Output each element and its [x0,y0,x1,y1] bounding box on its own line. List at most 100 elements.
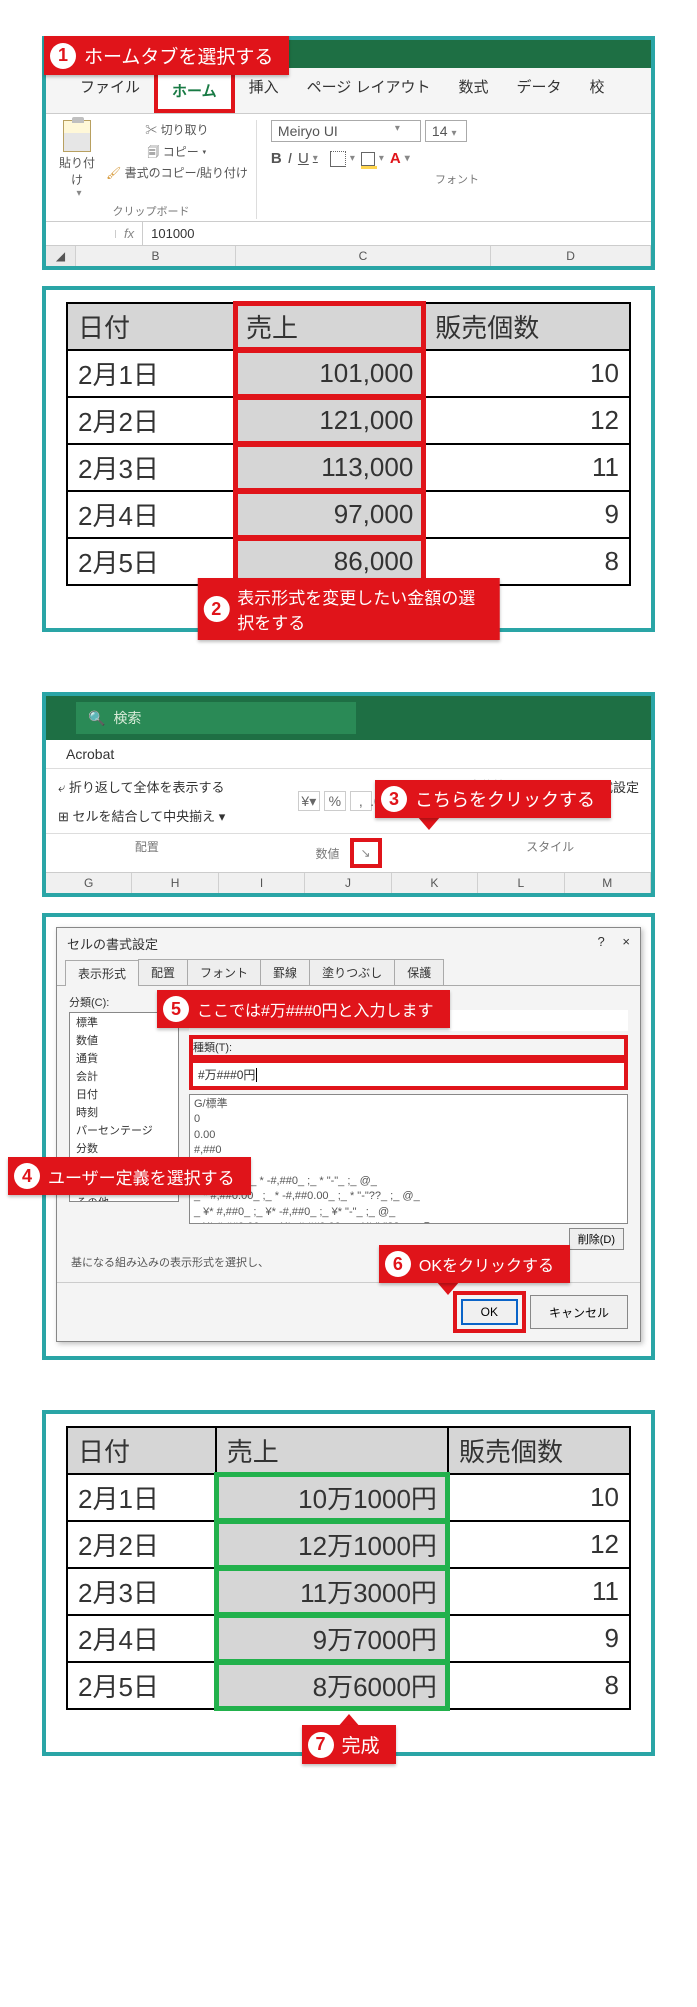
tab-review[interactable]: 校 [576,68,619,113]
cell[interactable]: 10 [424,350,630,397]
th-date[interactable]: 日付 [67,1427,216,1474]
cell[interactable]: 2月3日 [67,1568,216,1615]
cell[interactable]: 9 [424,491,630,538]
fill-color-button[interactable]: ▾ [361,152,384,166]
col-c[interactable]: C [236,246,491,266]
number-dialog-launcher[interactable]: ↘ [350,838,382,868]
cell[interactable]: 9万7000円 [216,1615,448,1662]
col-b[interactable]: B [76,246,236,266]
merge-center-button[interactable]: ⊞ セルを結合して中央揃え ▾ [58,806,225,825]
ok-button[interactable]: OK [461,1299,518,1325]
col-l[interactable]: L [478,873,564,893]
tab-acrobat[interactable]: Acrobat [46,740,651,769]
cat-number[interactable]: 数値 [70,1031,178,1049]
cell[interactable]: 8 [448,1662,630,1709]
cell[interactable]: 11万3000円 [216,1568,448,1615]
chevron-down-icon[interactable]: ▾ [76,188,81,199]
cell[interactable]: 2月1日 [67,350,235,397]
cell[interactable]: 2月5日 [67,1662,216,1709]
cell[interactable]: 10 [448,1474,630,1521]
cat-fraction[interactable]: 分数 [70,1139,178,1157]
cell[interactable]: 8万6000円 [216,1662,448,1709]
cell[interactable]: 11 [448,1568,630,1615]
tab-layout[interactable]: ページ レイアウト [293,68,445,113]
type-input[interactable]: #万###0円 [189,1059,628,1090]
name-box[interactable] [46,230,116,238]
cell[interactable]: 101,000 [235,350,424,397]
dlg-tab-protect[interactable]: 保護 [394,959,444,985]
dlg-tab-align[interactable]: 配置 [138,959,188,985]
select-all-corner[interactable]: ◢ [46,246,76,266]
cell[interactable]: 12万1000円 [216,1521,448,1568]
dlg-tab-fill[interactable]: 塗りつぶし [309,959,395,985]
callout-1: 1 ホームタブを選択する [44,36,289,75]
th-qty[interactable]: 販売個数 [448,1427,630,1474]
cell[interactable]: 121,000 [235,397,424,444]
th-date[interactable]: 日付 [67,303,235,350]
col-k[interactable]: K [392,873,478,893]
format-cells-dialog: セルの書式設定 ? × 表示形式 配置 フォント 罫線 塗りつぶし 保護 5 こ… [56,927,641,1342]
dlg-tab-border[interactable]: 罫線 [260,959,310,985]
cut-button[interactable]: 切り取り [106,120,248,142]
cat-time[interactable]: 時刻 [70,1103,178,1121]
col-m[interactable]: M [565,873,651,893]
formula-input[interactable]: 101000 [143,222,202,245]
chevron-down-icon: ▾ [313,153,318,164]
font-size-select[interactable]: 14▾ [425,120,467,142]
cell[interactable]: 12 [448,1521,630,1568]
search-input[interactable]: 🔍 検索 [76,702,356,734]
callout-6-pointer [436,1281,460,1295]
cell[interactable]: 9 [448,1615,630,1662]
border-button[interactable]: ▾ [330,151,355,167]
th-qty[interactable]: 販売個数 [424,303,630,350]
dlg-tab-font[interactable]: フォント [187,959,261,985]
fx-button[interactable]: fx [116,222,143,245]
cell[interactable]: 2月2日 [67,397,235,444]
cell[interactable]: 97,000 [235,491,424,538]
callout-4: 4 ユーザー定義を選択する [8,1157,251,1195]
delete-button[interactable]: 削除(D) [569,1228,624,1250]
cell[interactable]: 2月3日 [67,444,235,491]
group-align-label: 配置 [46,838,248,868]
cell[interactable]: 2月2日 [67,1521,216,1568]
cell[interactable]: 113,000 [235,444,424,491]
chevron-down-icon: ▾ [452,128,457,139]
cat-percent[interactable]: パーセンテージ [70,1121,178,1139]
th-sales[interactable]: 売上 [235,303,424,350]
type-list[interactable]: G/標準 0 0.00 #,##0 #,##0.00 _ * #,##0_ ;_… [189,1094,628,1224]
help-button[interactable]: ? [598,934,605,949]
col-h[interactable]: H [132,873,218,893]
tab-formula[interactable]: 数式 [444,68,502,113]
group-style-label: スタイル [449,838,651,868]
cell[interactable]: 2月1日 [67,1474,216,1521]
font-color-button[interactable]: A▾ [390,150,410,167]
th-sales[interactable]: 売上 [216,1427,448,1474]
cancel-button[interactable]: キャンセル [530,1295,628,1329]
underline-button[interactable]: U▾ [298,150,318,167]
cell[interactable]: 12 [424,397,630,444]
font-name-select[interactable]: Meiryo UI▾ [271,120,421,142]
col-j[interactable]: J [305,873,391,893]
cell[interactable]: 11 [424,444,630,491]
col-d[interactable]: D [491,246,651,266]
dlg-tab-format[interactable]: 表示形式 [65,960,139,986]
copy-button[interactable]: コピー ▾ [106,142,248,164]
paste-button[interactable]: 貼り付け ▾ [54,120,100,199]
comma-button[interactable]: , [350,791,372,811]
cat-date[interactable]: 日付 [70,1085,178,1103]
currency-button[interactable]: ¥▾ [298,791,320,811]
italic-button[interactable]: I [288,150,292,167]
percent-button[interactable]: % [324,791,346,811]
close-button[interactable]: × [622,934,630,949]
cat-accounting[interactable]: 会計 [70,1067,178,1085]
tab-data[interactable]: データ [502,68,575,113]
wrap-text-button[interactable]: ⤶ 折り返して全体を表示する [58,777,225,796]
cell[interactable]: 2月4日 [67,1615,216,1662]
col-i[interactable]: I [219,873,305,893]
cell[interactable]: 10万1000円 [216,1474,448,1521]
cell[interactable]: 2月4日 [67,491,235,538]
bold-button[interactable]: B [271,150,282,167]
cat-currency[interactable]: 通貨 [70,1049,178,1067]
col-g[interactable]: G [46,873,132,893]
format-painter-button[interactable]: 書式のコピー/貼り付け [106,163,248,185]
